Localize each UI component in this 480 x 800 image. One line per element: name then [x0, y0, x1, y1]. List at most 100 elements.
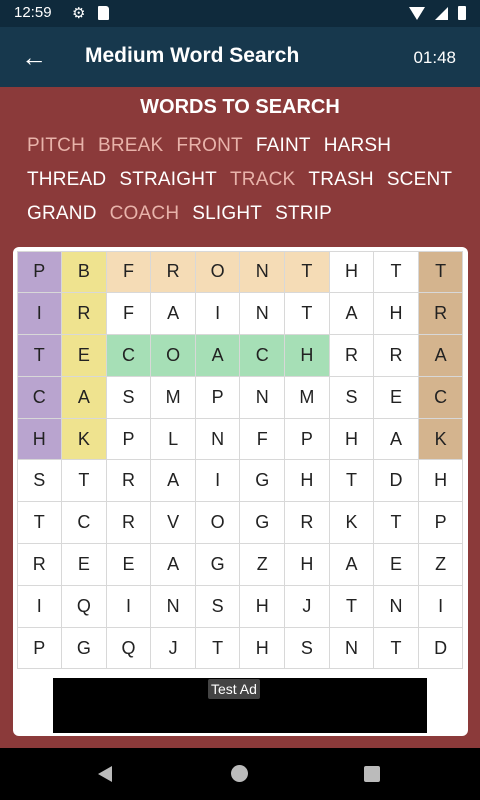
grid-cell[interactable]: C	[239, 334, 286, 377]
grid-cell[interactable]: V	[150, 501, 196, 545]
grid-cell[interactable]: C	[417, 375, 464, 419]
grid-cell[interactable]: D	[373, 459, 419, 503]
grid-cell[interactable]: R	[328, 334, 375, 377]
grid-cell[interactable]: P	[194, 375, 241, 419]
grid-cell[interactable]: G	[194, 543, 241, 586]
grid-cell[interactable]: C	[105, 334, 152, 377]
letter-grid[interactable]: PBFRONTHTTIRFAINTAHRTECOACHRRACASMPNMSEC…	[16, 250, 464, 670]
grid-cell[interactable]: P	[284, 417, 330, 461]
grid-cell[interactable]: A	[150, 292, 196, 336]
grid-cell[interactable]: I	[194, 292, 241, 336]
grid-cell[interactable]: N	[239, 250, 286, 294]
grid-cell[interactable]: G	[239, 501, 286, 545]
grid-cell[interactable]: R	[105, 501, 152, 545]
grid-cell[interactable]: C	[16, 375, 63, 419]
grid-cell[interactable]: N	[194, 417, 241, 461]
grid-cell[interactable]: S	[284, 626, 330, 670]
back-arrow-icon[interactable]: ←	[18, 41, 50, 73]
grid-cell[interactable]: I	[105, 584, 152, 628]
grid-cell[interactable]: K	[417, 417, 464, 461]
grid-cell[interactable]: N	[373, 584, 419, 628]
grid-cell[interactable]: E	[61, 543, 107, 586]
grid-cell[interactable]: O	[150, 334, 196, 377]
grid-cell[interactable]: C	[61, 501, 107, 545]
grid-cell[interactable]: N	[328, 626, 375, 670]
grid-cell[interactable]: T	[328, 584, 375, 628]
nav-home-icon[interactable]	[231, 765, 248, 782]
grid-cell[interactable]: I	[417, 584, 464, 628]
grid-cell[interactable]: A	[194, 334, 241, 377]
grid-cell[interactable]: O	[194, 250, 241, 294]
grid-cell[interactable]: H	[328, 417, 375, 461]
grid-cell[interactable]: E	[105, 543, 152, 586]
grid-cell[interactable]: S	[194, 584, 241, 628]
grid-cell[interactable]: P	[16, 250, 63, 294]
grid-cell[interactable]: N	[239, 375, 286, 419]
grid-cell[interactable]: A	[417, 334, 464, 377]
grid-cell[interactable]: S	[105, 375, 152, 419]
grid-cell[interactable]: H	[16, 417, 63, 461]
grid-cell[interactable]: Q	[105, 626, 152, 670]
grid-cell[interactable]: T	[373, 626, 419, 670]
nav-back-icon[interactable]	[98, 766, 112, 782]
grid-cell[interactable]: S	[328, 375, 375, 419]
grid-cell[interactable]: T	[284, 292, 330, 336]
ad-banner[interactable]: Test Ad	[53, 678, 427, 733]
grid-cell[interactable]: R	[16, 543, 63, 586]
grid-cell[interactable]: P	[16, 626, 63, 670]
grid-cell[interactable]: Q	[61, 584, 107, 628]
grid-cell[interactable]: G	[239, 459, 286, 503]
grid-cell[interactable]: T	[328, 459, 375, 503]
grid-cell[interactable]: I	[194, 459, 241, 503]
grid-cell[interactable]: T	[373, 501, 419, 545]
grid-cell[interactable]: H	[239, 584, 286, 628]
grid-cell[interactable]: A	[373, 417, 419, 461]
grid-cell[interactable]: R	[417, 292, 464, 336]
grid-cell[interactable]: R	[373, 334, 419, 377]
grid-cell[interactable]: E	[373, 375, 419, 419]
grid-cell[interactable]: A	[150, 543, 196, 586]
grid-cell[interactable]: A	[328, 292, 375, 336]
grid-cell[interactable]: Z	[417, 543, 464, 586]
grid-cell[interactable]: A	[150, 459, 196, 503]
grid-cell[interactable]: F	[239, 417, 286, 461]
grid-cell[interactable]: D	[417, 626, 464, 670]
grid-cell[interactable]: I	[16, 584, 63, 628]
grid-cell[interactable]: M	[150, 375, 196, 419]
grid-cell[interactable]: P	[105, 417, 152, 461]
grid-cell[interactable]: N	[150, 584, 196, 628]
grid-cell[interactable]: O	[194, 501, 241, 545]
grid-cell[interactable]: H	[284, 459, 330, 503]
grid-cell[interactable]: R	[150, 250, 196, 294]
grid-cell[interactable]: A	[61, 375, 107, 419]
grid-cell[interactable]: T	[373, 250, 419, 294]
grid-cell[interactable]: H	[239, 626, 286, 670]
grid-cell[interactable]: M	[284, 375, 330, 419]
grid-cell[interactable]: T	[61, 459, 107, 503]
grid-cell[interactable]: E	[61, 334, 107, 377]
nav-recents-icon[interactable]	[364, 766, 380, 782]
grid-cell[interactable]: J	[150, 626, 196, 670]
grid-cell[interactable]: J	[284, 584, 330, 628]
grid-cell[interactable]: P	[417, 501, 464, 545]
grid-cell[interactable]: B	[61, 250, 107, 294]
grid-cell[interactable]: T	[16, 334, 63, 377]
grid-cell[interactable]: R	[284, 501, 330, 545]
grid-cell[interactable]: R	[105, 459, 152, 503]
grid-cell[interactable]: T	[16, 501, 63, 545]
grid-cell[interactable]: E	[373, 543, 419, 586]
grid-cell[interactable]: G	[61, 626, 107, 670]
grid-cell[interactable]: T	[194, 626, 241, 670]
grid-cell[interactable]: L	[150, 417, 196, 461]
grid-cell[interactable]: H	[284, 543, 330, 586]
grid-cell[interactable]: F	[105, 250, 152, 294]
grid-cell[interactable]: F	[105, 292, 152, 336]
grid-cell[interactable]: N	[239, 292, 286, 336]
grid-cell[interactable]: Z	[239, 543, 286, 586]
grid-cell[interactable]: T	[284, 250, 330, 294]
grid-cell[interactable]: I	[16, 292, 63, 336]
grid-cell[interactable]: S	[16, 459, 63, 503]
grid-cell[interactable]: H	[373, 292, 419, 336]
grid-cell[interactable]: T	[417, 250, 464, 294]
grid-cell[interactable]: R	[61, 292, 107, 336]
